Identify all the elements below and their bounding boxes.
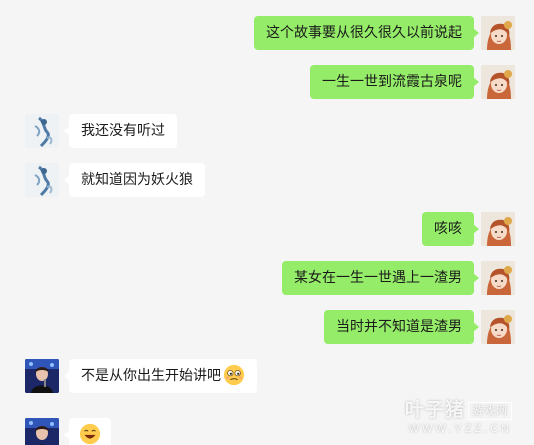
message-bubble[interactable]: 当时并不知道是渣男 (324, 310, 479, 344)
message-row: 我还没有听过 (0, 114, 534, 150)
message-row: 咳咳 (0, 212, 534, 248)
message-row: 就知道因为妖火狼 (0, 163, 534, 199)
message-bubble[interactable]: 这个故事要从很久很久以前说起 (254, 16, 479, 50)
chat-message-list: 这个故事要从很久很久以前说起 一生一世到流霞古泉呢 我还没有听过 就知道因为妖火… (0, 0, 534, 445)
message-bubble[interactable]: 某女在一生一世遇上一渣男 (282, 261, 479, 295)
message-text: 不是从你出生开始讲吧 (81, 368, 221, 384)
stage-avatar[interactable] (25, 359, 59, 393)
message-row: 不是从你出生开始讲吧 (0, 359, 534, 395)
message-row: 某女在一生一世遇上一渣男 (0, 261, 534, 297)
girl-avatar[interactable] (481, 212, 515, 246)
message-bubble[interactable]: 不是从你出生开始讲吧 (64, 359, 257, 393)
message-bubble[interactable]: 我还没有听过 (64, 114, 177, 148)
message-bubble[interactable] (64, 418, 111, 445)
message-row: 当时并不知道是渣男 (0, 310, 534, 346)
ink-avatar[interactable] (25, 163, 59, 197)
smirk-emoji-icon (223, 364, 245, 385)
girl-avatar[interactable] (481, 65, 515, 99)
laugh-emoji-icon (79, 423, 101, 444)
message-bubble[interactable]: 一生一世到流霞古泉呢 (310, 65, 479, 99)
girl-avatar[interactable] (481, 16, 515, 50)
message-bubble[interactable]: 就知道因为妖火狼 (64, 163, 205, 197)
watermark-brand: 叶子猪 (404, 400, 465, 421)
girl-avatar[interactable] (481, 310, 515, 344)
message-row: 这个故事要从很久很久以前说起 (0, 16, 534, 52)
site-watermark: 叶子猪 游戏网 WWW.YZZ.CN (405, 395, 512, 435)
message-row: 一生一世到流霞古泉呢 (0, 65, 534, 101)
watermark-url: WWW.YZZ.CN (408, 423, 512, 435)
watermark-tag: 游戏网 (468, 401, 512, 420)
message-bubble[interactable]: 咳咳 (422, 212, 479, 246)
ink-avatar[interactable] (25, 114, 59, 148)
stage-avatar[interactable] (25, 418, 59, 445)
girl-avatar[interactable] (481, 261, 515, 295)
